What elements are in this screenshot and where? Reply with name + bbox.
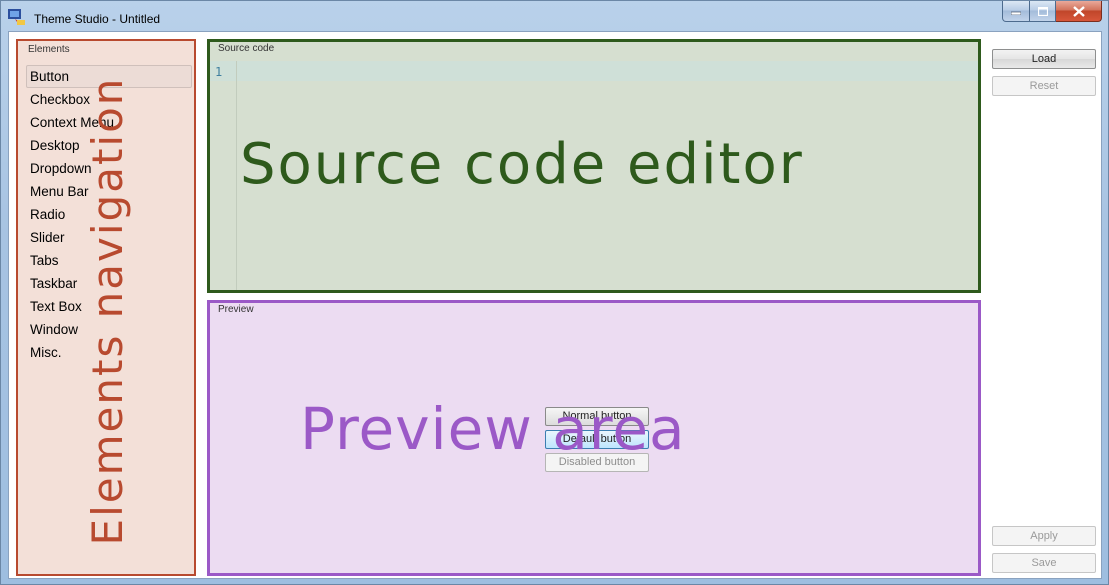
apply-button[interactable]: Apply (992, 526, 1096, 546)
load-button[interactable]: Load (992, 49, 1096, 69)
line-number: 1 (215, 65, 223, 79)
window-title: Theme Studio - Untitled (34, 12, 161, 26)
minimize-icon (1011, 11, 1021, 15)
preview-label: Preview (218, 304, 254, 315)
maximize-button[interactable] (1030, 1, 1056, 22)
minimize-button[interactable] (1002, 1, 1030, 22)
title-bar[interactable]: Theme Studio - Untitled (1, 1, 1108, 35)
theme-studio-app-icon (8, 9, 25, 25)
elements-panel-label: Elements (28, 44, 70, 55)
elements-panel: Elements Button Checkbox Context Menu De… (16, 39, 196, 576)
source-code-panel[interactable]: Source code 1 Source code editor (207, 39, 981, 293)
maximize-icon (1037, 6, 1048, 16)
window-controls (1002, 1, 1102, 23)
reset-button[interactable]: Reset (992, 76, 1096, 96)
close-icon (1072, 5, 1085, 17)
line-number-gutter: 1 (210, 61, 237, 290)
source-code-editor-annotation: Source code editor (240, 132, 804, 197)
source-code-label: Source code (218, 43, 275, 54)
save-button[interactable]: Save (992, 553, 1096, 573)
preview-panel: Preview Normal button Default button Dis… (207, 300, 981, 576)
close-button[interactable] (1056, 1, 1102, 22)
client-area: Elements Button Checkbox Context Menu De… (8, 31, 1102, 579)
app-window: Theme Studio - Untitled Elements Button … (0, 0, 1109, 585)
current-line-highlight (210, 61, 978, 81)
preview-area-annotation: Preview area (300, 395, 686, 463)
elements-navigation-annotation: Elements navigation (83, 76, 132, 546)
